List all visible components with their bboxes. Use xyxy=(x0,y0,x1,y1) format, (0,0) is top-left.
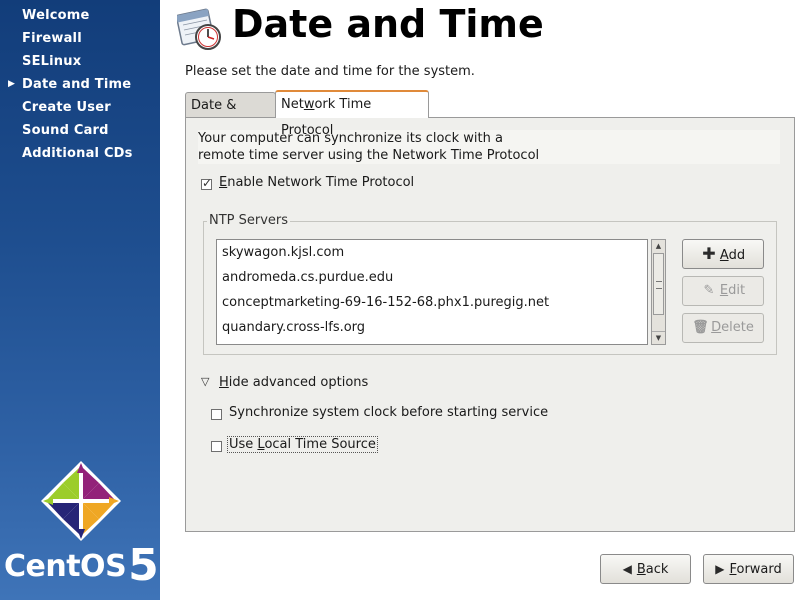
label-mnemonic: E xyxy=(219,175,228,190)
brand-version: 5 xyxy=(128,540,159,591)
sidebar-item-label: Additional CDs xyxy=(22,146,133,161)
list-item[interactable]: conceptmarketing-69-16-152-68.phx1.pureg… xyxy=(217,290,647,315)
trash-icon: 🗑 xyxy=(692,320,709,335)
button-label: dit xyxy=(728,283,746,298)
sync-before-start-checkbox[interactable] xyxy=(211,409,222,420)
delete-server-button[interactable]: 🗑 Delete xyxy=(682,313,764,343)
ntp-servers-group: NTP Servers skywagon.kjsl.com andromeda.… xyxy=(203,213,777,355)
sidebar-item-label: Create User xyxy=(22,100,111,115)
centos-wordmark: CentOS5 xyxy=(4,536,159,591)
sidebar-item-sound-card[interactable]: Sound Card xyxy=(0,119,160,142)
add-server-button[interactable]: ✚ Add xyxy=(682,239,764,269)
label-text: ide advanced options xyxy=(228,375,369,390)
tab-mnemonic: w xyxy=(303,97,315,112)
sidebar-item-firewall[interactable]: Firewall xyxy=(0,27,160,50)
advanced-toggle-label: Hide advanced options xyxy=(219,375,368,390)
sidebar-item-label: SELinux xyxy=(22,54,82,69)
button-label: ack xyxy=(645,562,669,577)
tab-label: Net xyxy=(281,97,304,112)
scrollbar-thumb[interactable] xyxy=(653,253,664,315)
back-arrow-icon: ◀ xyxy=(622,562,632,576)
button-mnemonic: B xyxy=(636,562,646,577)
label-mnemonic: H xyxy=(219,375,229,390)
description-line: remote time server using the Network Tim… xyxy=(198,148,540,163)
ntp-servers-legend: NTP Servers xyxy=(207,213,291,228)
enable-ntp-label[interactable]: Enable Network Time Protocol xyxy=(219,175,414,190)
sync-before-start-label[interactable]: Synchronize system clock before starting… xyxy=(229,405,548,420)
scroll-down-icon[interactable]: ▼ xyxy=(652,331,665,344)
sidebar-item-selinux[interactable]: SELinux xyxy=(0,50,160,73)
scroll-up-icon[interactable]: ▲ xyxy=(652,240,665,252)
sidebar-item-date-and-time[interactable]: ▶ Date and Time xyxy=(0,73,160,96)
forward-arrow-icon: ▶ xyxy=(715,562,725,576)
tab-label: Date & xyxy=(191,98,237,113)
tab-network-time-protocol[interactable]: Network Time Protocol xyxy=(275,90,429,138)
list-item[interactable]: skywagon.kjsl.com xyxy=(217,240,647,265)
button-label: dd xyxy=(728,248,746,263)
ntp-server-list[interactable]: skywagon.kjsl.com andromeda.cs.purdue.ed… xyxy=(216,239,648,345)
plus-icon: ✚ xyxy=(702,244,716,263)
sidebar-steps: Welcome Firewall SELinux ▶ Date and Time … xyxy=(0,0,160,165)
grip-icon xyxy=(656,281,662,289)
button-label: orward xyxy=(736,562,782,577)
button-label: elete xyxy=(721,320,754,335)
sidebar-item-label: Welcome xyxy=(22,8,90,23)
label-text: Use xyxy=(229,437,258,452)
sidebar-item-welcome[interactable]: Welcome xyxy=(0,4,160,27)
forward-button[interactable]: ▶ Forward xyxy=(703,554,794,584)
list-item[interactable]: andromeda.cs.purdue.edu xyxy=(217,265,647,290)
local-time-source-label[interactable]: Use Local Time Source xyxy=(227,436,378,453)
sidebar: Welcome Firewall SELinux ▶ Date and Time … xyxy=(0,0,160,600)
label-text: ocal Time Source xyxy=(264,437,376,452)
enable-ntp-checkbox[interactable] xyxy=(201,176,212,190)
button-mnemonic: E xyxy=(719,283,729,298)
back-button[interactable]: ◀ Back xyxy=(600,554,691,584)
list-item[interactable]: quandary.cross-lfs.org xyxy=(217,315,647,340)
local-time-source-checkbox[interactable] xyxy=(211,441,222,452)
current-step-arrow-icon: ▶ xyxy=(8,79,16,89)
expander-arrow-icon: ▽ xyxy=(201,375,210,388)
clock-calendar-icon xyxy=(177,8,221,50)
page-subtitle: Please set the date and time for the sys… xyxy=(185,64,475,79)
brand-name: CentOS xyxy=(4,549,127,584)
edit-server-button[interactable]: ✎ Edit xyxy=(682,276,764,306)
page-title: Date and Time xyxy=(232,2,544,46)
button-mnemonic: A xyxy=(719,248,729,263)
button-mnemonic: D xyxy=(711,320,722,335)
sidebar-item-additional-cds[interactable]: Additional CDs xyxy=(0,142,160,165)
centos-logo-icon xyxy=(41,461,121,541)
sidebar-item-create-user[interactable]: Create User xyxy=(0,96,160,119)
tab-date-and-time[interactable]: Date & Time xyxy=(185,92,276,139)
sidebar-item-label: Date and Time xyxy=(22,77,132,92)
server-list-scrollbar[interactable]: ▲ ▼ xyxy=(651,239,666,345)
ntp-panel: Your computer can synchronize its clock … xyxy=(185,117,795,532)
label-text: nable Network Time Protocol xyxy=(227,175,415,190)
sidebar-item-label: Sound Card xyxy=(22,123,109,138)
edit-icon: ✎ xyxy=(703,283,715,298)
sidebar-item-label: Firewall xyxy=(22,31,82,46)
